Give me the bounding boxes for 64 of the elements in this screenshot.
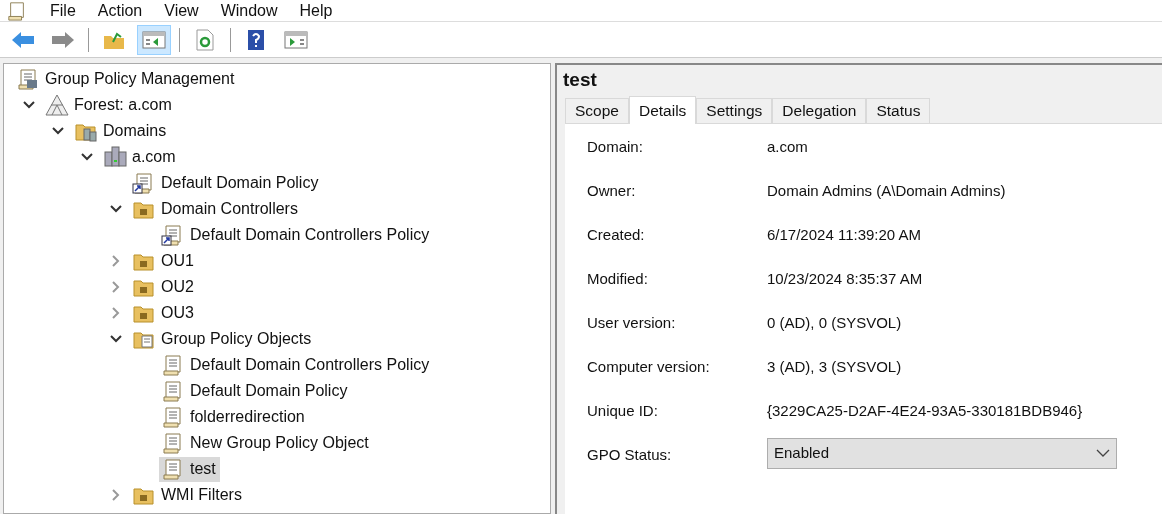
field-value: 0 (AD), 0 (SYSVOL) [767, 313, 902, 333]
chevron-down-icon [1096, 449, 1110, 458]
refresh-icon [195, 28, 215, 51]
menu-item[interactable]: Action [97, 0, 143, 21]
tree-item[interactable]: Default Domain Policy [130, 170, 323, 196]
triangle-forest-icon [45, 94, 69, 116]
menu-item[interactable]: File [50, 0, 76, 21]
tree-item[interactable]: OU3 [130, 300, 198, 326]
field-label: Modified: [587, 269, 649, 289]
menu-item[interactable]: Window [220, 0, 278, 21]
tab[interactable]: Status [866, 98, 931, 123]
tree-item[interactable]: Default Domain Policy [159, 378, 352, 404]
chevron-down-icon[interactable] [108, 204, 123, 214]
tab[interactable]: Scope [565, 98, 629, 123]
tree-item[interactable]: OU1 [130, 248, 198, 274]
chevron-down-icon[interactable] [108, 334, 123, 344]
field-value: a.com [767, 137, 808, 157]
chevron-down-icon[interactable] [50, 126, 65, 136]
gpo-status-dropdown[interactable]: Enabled [767, 438, 1117, 469]
tree-item[interactable]: OU2 [130, 274, 198, 300]
chevron-down-icon[interactable] [79, 152, 94, 162]
field-label: Domain: [587, 137, 644, 157]
field-value: 6/17/2024 11:39:20 AM [767, 225, 921, 245]
tree-item[interactable]: test [159, 456, 220, 482]
field-label: GPO Status: [587, 445, 673, 465]
tree-item[interactable]: New Group Policy Object [159, 430, 373, 456]
servers-icon [103, 146, 127, 168]
tree-item[interactable]: Group Policy Management [14, 66, 239, 92]
field-label: Computer version: [587, 357, 711, 377]
tab[interactable]: Settings [696, 98, 773, 123]
menu-item[interactable]: Help [299, 0, 333, 21]
tree-item[interactable]: Forest: a.com [43, 92, 176, 118]
console-tree-icon [142, 29, 166, 50]
field-value: 3 (AD), 3 (SYSVOL) [767, 357, 902, 377]
field-value: 10/23/2024 8:35:37 AM [767, 269, 923, 289]
tree-item[interactable]: Group Policy Objects [130, 326, 316, 352]
tab[interactable]: Details [628, 96, 697, 124]
chevron-right-icon[interactable] [110, 280, 121, 294]
chevron-right-icon[interactable] [110, 306, 121, 320]
chevron-down-icon[interactable] [21, 100, 36, 110]
tab[interactable]: Delegation [772, 98, 867, 123]
toolbar-button[interactable] [137, 24, 171, 55]
tree-item[interactable]: Default Domain Controllers Policy [159, 222, 434, 248]
tree-item[interactable]: WMI Filters [130, 482, 246, 508]
chevron-right-icon[interactable] [110, 254, 121, 268]
field-value: Domain Admins (A\Domain Admins) [767, 181, 1006, 201]
tree-item[interactable]: Domains [72, 118, 171, 144]
gpo-title: test [562, 68, 598, 92]
chevron-right-icon[interactable] [110, 488, 121, 502]
help-book-icon [247, 28, 265, 51]
back-arrow-icon [11, 29, 35, 50]
forward-arrow-icon [51, 29, 75, 50]
tree-item[interactable]: folderredirection [159, 404, 309, 430]
tree-item[interactable]: a.com [101, 144, 180, 170]
field-value: {3229CA25-D2AF-4E24-93A5-330181BDB946} [767, 401, 1083, 421]
field-label: Owner: [587, 181, 637, 201]
field-label: Created: [587, 225, 646, 245]
console-scroll-icon [16, 68, 40, 90]
field-label: User version: [587, 313, 677, 333]
tree-item[interactable]: Domain Controllers [130, 196, 302, 222]
field-label: Unique ID: [587, 401, 659, 421]
menu-item[interactable]: View [164, 0, 199, 21]
tree-item[interactable]: Default Domain Controllers Policy [159, 352, 434, 378]
action-pane-icon [284, 29, 308, 50]
